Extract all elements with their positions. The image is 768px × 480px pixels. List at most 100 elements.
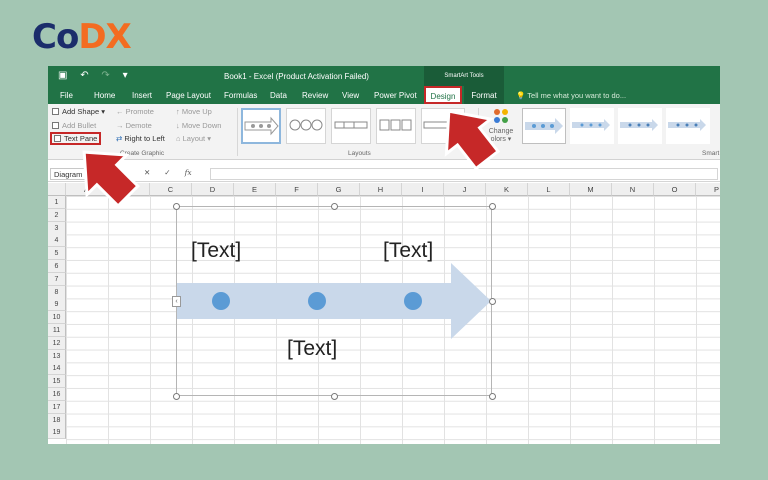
chevron-left-icon: ‹ xyxy=(175,298,178,305)
smartart-text-1[interactable]: [Text] xyxy=(191,239,241,263)
column-header-j[interactable]: J xyxy=(444,183,486,196)
row-header-1[interactable]: 1 xyxy=(48,196,66,209)
layout-button[interactable]: ⌂ Layout ▾ xyxy=(176,134,211,143)
column-header-o[interactable]: O xyxy=(654,183,696,196)
smartart-style-1[interactable] xyxy=(522,108,566,144)
smartart-diagram[interactable]: [Text] [Text] [Text] xyxy=(176,206,492,396)
demote-button[interactable]: → Demote xyxy=(116,121,152,130)
layout-thumbnail-5[interactable] xyxy=(421,108,465,144)
row-header-7[interactable]: 7 xyxy=(48,272,66,286)
row-header-17[interactable]: 17 xyxy=(48,400,66,414)
resize-handle-s[interactable] xyxy=(331,393,338,400)
smartart-text-2[interactable]: [Text] xyxy=(287,337,337,361)
row-header-12[interactable]: 12 xyxy=(48,336,66,350)
cancel-icon[interactable]: ✕ xyxy=(144,168,150,177)
row-header-6[interactable]: 6 xyxy=(48,260,66,273)
smartart-style-3[interactable] xyxy=(618,108,662,144)
move-up-button[interactable]: ↑ Move Up xyxy=(176,107,212,116)
save-icon[interactable]: ▣ xyxy=(58,70,67,81)
add-shape-button[interactable]: Add Shape ▾ xyxy=(52,107,105,116)
row-header-9[interactable]: 9 xyxy=(48,298,66,312)
add-bullet-button[interactable]: Add Bullet xyxy=(52,121,96,130)
row-header-14[interactable]: 14 xyxy=(48,362,66,376)
column-header-l[interactable]: L xyxy=(528,183,570,196)
resize-handle-e[interactable] xyxy=(489,298,496,305)
tab-power-pivot[interactable]: Power Pivot xyxy=(374,91,417,100)
left-arrow-icon: ← xyxy=(116,107,126,116)
column-header-h[interactable]: H xyxy=(360,183,402,196)
layout-thumbnail-4[interactable] xyxy=(376,108,416,144)
window-title: Book1 - Excel (Product Activation Failed… xyxy=(224,72,369,81)
column-header-i[interactable]: I xyxy=(402,183,444,196)
column-header-b[interactable]: B xyxy=(108,183,150,196)
row-header-15[interactable]: 15 xyxy=(48,375,66,389)
tab-data[interactable]: Data xyxy=(270,91,287,100)
column-header-k[interactable]: K xyxy=(486,183,528,196)
row-header-5[interactable]: 5 xyxy=(48,247,66,261)
right-arrow-icon: → xyxy=(116,121,126,130)
tab-page-layout[interactable]: Page Layout xyxy=(166,91,211,100)
smartart-style-4[interactable] xyxy=(666,108,710,144)
row-header-19[interactable]: 19 xyxy=(48,426,66,440)
tab-format[interactable]: Format xyxy=(464,86,504,104)
move-down-button[interactable]: ↓ Move Down xyxy=(176,121,221,130)
undo-icon[interactable]: ↶ xyxy=(80,70,88,81)
column-header-f[interactable]: F xyxy=(276,183,318,196)
smartart-style-2[interactable] xyxy=(570,108,614,144)
row-header-8[interactable]: 8 xyxy=(48,285,66,299)
row-header-13[interactable]: 13 xyxy=(48,349,66,363)
row-header-2[interactable]: 2 xyxy=(48,208,66,222)
tab-formulas[interactable]: Formulas xyxy=(224,91,257,100)
customize-icon[interactable]: ▾ xyxy=(123,70,128,81)
resize-handle-nw[interactable] xyxy=(173,203,180,210)
row-header-11[interactable]: 11 xyxy=(48,324,66,337)
tell-me-search[interactable]: 💡 Tell me what you want to do... xyxy=(516,91,626,100)
title-bar: ▣ ↶ ↷ ▾ Book1 - Excel (Product Activatio… xyxy=(48,66,720,86)
tab-home[interactable]: Home xyxy=(94,91,115,100)
smartart-text-3[interactable]: [Text] xyxy=(383,239,433,263)
column-header-d[interactable]: D xyxy=(192,183,234,196)
lightbulb-icon: 💡 xyxy=(516,91,528,100)
promote-button[interactable]: ← Promote xyxy=(116,107,154,116)
resize-handle-n[interactable] xyxy=(331,203,338,210)
row-header-18[interactable]: 18 xyxy=(48,413,66,427)
text-pane-expander[interactable]: ‹ xyxy=(172,296,181,307)
resize-handle-ne[interactable] xyxy=(489,203,496,210)
column-header-p[interactable]: P xyxy=(696,183,720,196)
column-header-a[interactable]: A xyxy=(66,183,108,196)
column-header-m[interactable]: M xyxy=(570,183,612,196)
name-box[interactable]: Diagram 3 xyxy=(50,168,100,180)
select-all-corner[interactable] xyxy=(48,183,66,196)
resize-handle-sw[interactable] xyxy=(173,393,180,400)
timeline-node-3[interactable] xyxy=(404,292,422,310)
tab-view[interactable]: View xyxy=(342,91,359,100)
column-header-n[interactable]: N xyxy=(612,183,654,196)
block-thumb xyxy=(423,121,461,129)
tab-review[interactable]: Review xyxy=(302,91,328,100)
layout-thumbnail-1[interactable] xyxy=(241,108,281,144)
resize-handle-se[interactable] xyxy=(489,393,496,400)
enter-icon[interactable]: ✓ xyxy=(164,168,170,177)
layout-thumbnail-2[interactable] xyxy=(286,108,326,144)
tab-design[interactable]: Design xyxy=(424,86,462,104)
column-header-e[interactable]: E xyxy=(234,183,276,196)
timeline-node-1[interactable] xyxy=(212,292,230,310)
circle-process-thumb xyxy=(289,119,323,131)
change-colors-button[interactable]: Change olors ▾ xyxy=(484,106,518,143)
tab-insert[interactable]: Insert xyxy=(132,91,152,100)
right-to-left-button[interactable]: ⇄ Right to Left xyxy=(116,134,165,143)
column-header-c[interactable]: C xyxy=(150,183,192,196)
row-header-4[interactable]: 4 xyxy=(48,234,66,248)
layout-thumbnail-3[interactable] xyxy=(331,108,371,144)
column-header-g[interactable]: G xyxy=(318,183,360,196)
text-pane-button[interactable]: Text Pane xyxy=(50,132,102,145)
redo-icon[interactable]: ↷ xyxy=(101,70,109,81)
function-icon[interactable]: fx xyxy=(185,168,192,177)
row-header-10[interactable]: 10 xyxy=(48,311,66,325)
ribbon-separator xyxy=(478,108,479,156)
row-header-16[interactable]: 16 xyxy=(48,388,66,401)
timeline-node-2[interactable] xyxy=(308,292,326,310)
tab-file[interactable]: File xyxy=(60,91,73,100)
row-header-3[interactable]: 3 xyxy=(48,221,66,235)
formula-input[interactable] xyxy=(210,168,718,180)
